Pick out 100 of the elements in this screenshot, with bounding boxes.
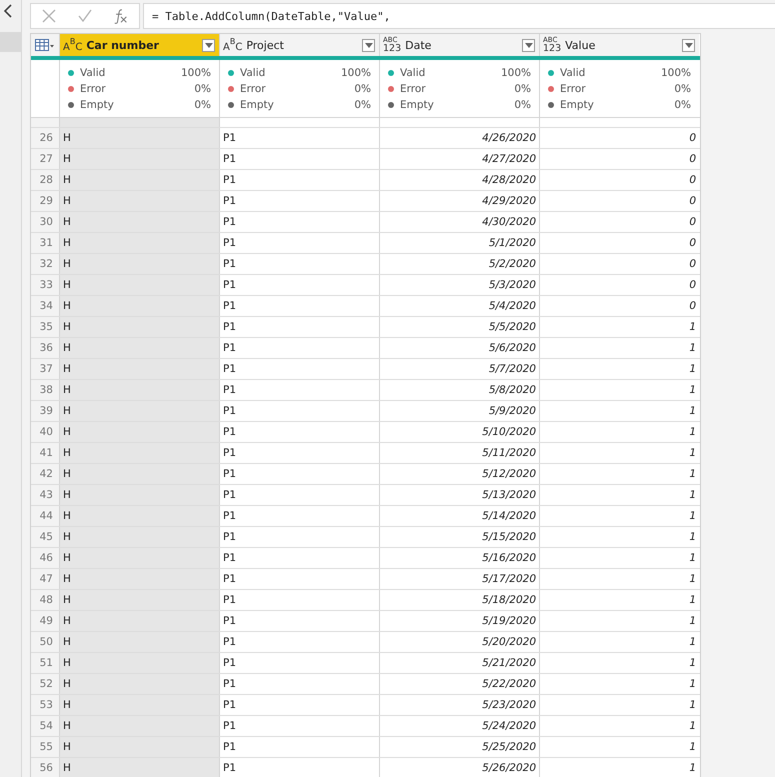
table-cell: P1 xyxy=(219,485,379,505)
row-number: 36 xyxy=(31,338,59,358)
table-cell: 5/22/2020 xyxy=(379,674,539,694)
table-cell: 5/1/2020 xyxy=(379,233,539,253)
checkmark-icon[interactable] xyxy=(77,8,93,24)
table-cell: 5/16/2020 xyxy=(379,548,539,568)
table-cell: H xyxy=(59,758,219,777)
row-number: 31 xyxy=(31,233,59,253)
quality-percent: 100% xyxy=(500,67,531,79)
table-cell: 1 xyxy=(539,359,699,379)
table-cell: P1 xyxy=(219,590,379,610)
table-cell: H xyxy=(59,443,219,463)
table-cell: P1 xyxy=(219,611,379,631)
row-number: 32 xyxy=(31,254,59,274)
table-cell: P1 xyxy=(219,170,379,190)
table-cell: 1 xyxy=(539,716,699,736)
table-cell: H xyxy=(59,254,219,274)
caret-icon xyxy=(524,42,532,48)
row-number: 41 xyxy=(31,443,59,463)
filter-dropdown-button[interactable] xyxy=(682,38,695,52)
row-number: 44 xyxy=(31,506,59,526)
row-number: 47 xyxy=(31,569,59,589)
table-cell: H xyxy=(59,548,219,568)
table-cell: P1 xyxy=(219,443,379,463)
table-cell: H xyxy=(59,737,219,757)
row-number: 52 xyxy=(31,674,59,694)
table-menu-button[interactable] xyxy=(31,34,59,56)
table-cell: 5/12/2020 xyxy=(379,464,539,484)
table-cell: H xyxy=(59,632,219,652)
table-cell: 1 xyxy=(539,338,699,358)
function-icon[interactable] xyxy=(113,7,129,25)
table-cell: 5/14/2020 xyxy=(379,506,539,526)
table-cell: H xyxy=(59,212,219,232)
status-dot-icon xyxy=(388,70,394,76)
formula-field[interactable]: = Table.AddColumn(DateTable,"Value", xyxy=(143,3,775,29)
quality-percent: 0% xyxy=(194,83,211,95)
row-number: 29 xyxy=(31,191,59,211)
table-cell: P1 xyxy=(219,401,379,421)
table-cell: 5/3/2020 xyxy=(379,275,539,295)
table-cell: 0 xyxy=(539,149,699,169)
status-dot-icon xyxy=(68,70,74,76)
table-cell: 1 xyxy=(539,422,699,442)
quality-percent: 0% xyxy=(514,83,531,95)
table-cell: H xyxy=(59,527,219,547)
filter-dropdown-button[interactable] xyxy=(362,38,375,52)
table-cell: 1 xyxy=(539,548,699,568)
table-cell: 4/26/2020 xyxy=(379,128,539,148)
quality-percent: 0% xyxy=(674,99,691,111)
table-cell: 1 xyxy=(539,380,699,400)
table-cell: P1 xyxy=(219,716,379,736)
row-number: 53 xyxy=(31,695,59,715)
quality-percent: 100% xyxy=(660,67,691,79)
filter-dropdown-button[interactable] xyxy=(522,38,535,52)
table-cell: H xyxy=(59,296,219,316)
table-cell: 1 xyxy=(539,737,699,757)
table-cell: 5/21/2020 xyxy=(379,653,539,673)
row-number: 37 xyxy=(31,359,59,379)
table-cell: P1 xyxy=(219,653,379,673)
status-dot-icon xyxy=(68,86,74,92)
table-cell: 5/20/2020 xyxy=(379,632,539,652)
status-dot-icon xyxy=(228,86,234,92)
row-number: 56 xyxy=(31,758,59,777)
row-number: 30 xyxy=(31,212,59,232)
status-dot-icon xyxy=(228,70,234,76)
table-cell: P1 xyxy=(219,149,379,169)
collapse-icon[interactable] xyxy=(2,4,12,18)
table-cell: P1 xyxy=(219,506,379,526)
table-cell: P1 xyxy=(219,317,379,337)
filter-dropdown-button[interactable] xyxy=(202,38,215,52)
table-cell: H xyxy=(59,695,219,715)
table-cell: 1 xyxy=(539,674,699,694)
table-cell: 5/19/2020 xyxy=(379,611,539,631)
table-cell: P1 xyxy=(219,569,379,589)
table-cell: P1 xyxy=(219,464,379,484)
table-cell: 5/13/2020 xyxy=(379,485,539,505)
table-cell: 1 xyxy=(539,401,699,421)
table-cell: 4/27/2020 xyxy=(379,149,539,169)
quality-label: Valid xyxy=(80,67,106,79)
table-cell: H xyxy=(59,149,219,169)
quality-percent: 100% xyxy=(340,67,371,79)
caret-icon xyxy=(204,42,212,48)
table-cell: H xyxy=(59,359,219,379)
table-cell: 1 xyxy=(539,317,699,337)
table-cell: H xyxy=(59,317,219,337)
status-dot-icon xyxy=(68,102,74,108)
table-cell: 1 xyxy=(539,569,699,589)
row-number: 49 xyxy=(31,611,59,631)
table-cell: 1 xyxy=(539,590,699,610)
table-cell: P1 xyxy=(219,527,379,547)
table-cell: H xyxy=(59,590,219,610)
table-cell: H xyxy=(59,716,219,736)
table-cell: 5/7/2020 xyxy=(379,359,539,379)
table-cell: H xyxy=(59,464,219,484)
table-cell: 0 xyxy=(539,296,699,316)
status-dot-icon xyxy=(548,102,554,108)
table-cell: P1 xyxy=(219,674,379,694)
table-cell: 5/23/2020 xyxy=(379,695,539,715)
table-cell: H xyxy=(59,611,219,631)
quality-label: Empty xyxy=(80,99,115,111)
table-cell: 1 xyxy=(539,506,699,526)
